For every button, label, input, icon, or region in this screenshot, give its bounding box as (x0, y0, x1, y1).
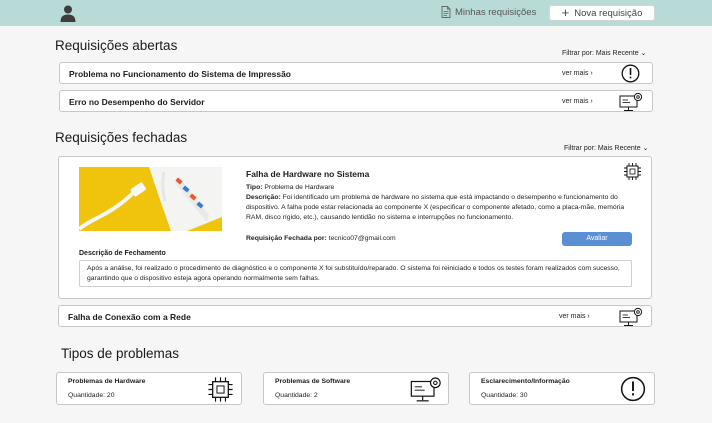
chip-icon (208, 377, 233, 402)
top-bar: Minhas requisições + Nova requisição (0, 0, 712, 26)
plus-icon: + (561, 5, 570, 20)
open-request-row[interactable]: Erro no Desempenho do Servidor ver mais … (59, 90, 653, 112)
closed-by: Requisição Fechada por: tecnico07@gmail.… (246, 234, 396, 244)
closed-request-expanded-card: Falha de Hardware no Sistema Tipo: Probl… (58, 156, 652, 299)
open-filter-label: Filtrar por: Mais Recente (562, 49, 639, 57)
monitor-gear-icon (410, 377, 441, 402)
closed-filter-label: Filtrar por: Mais Recente (564, 144, 641, 152)
problem-type-quantity: Quantidade: 30 (481, 392, 528, 399)
my-requests-link[interactable]: Minhas requisições (441, 6, 536, 18)
request-description: Descrição: Foi identificado um problema … (246, 193, 641, 223)
closing-description-label: Descrição de Fechamento (79, 250, 166, 257)
problem-type-name: Problemas de Software (275, 378, 351, 385)
problem-type-name: Esclarecimento/Informação (481, 378, 570, 385)
chevron-down-icon: ⌄ (640, 50, 647, 57)
exclamation-icon (621, 64, 640, 83)
request-type: Tipo: Problema de Hardware (246, 183, 334, 193)
request-type-label: Tipo: (246, 184, 263, 191)
request-description-value: Foi identificado um problema de hardware… (246, 194, 625, 221)
see-more-link[interactable]: ver mais › (562, 70, 593, 77)
monitor-gear-icon (619, 92, 643, 111)
closed-by-label: Requisição Fechada por: (246, 235, 327, 242)
request-title: Problema no Funcionamento do Sistema de … (69, 69, 291, 79)
document-icon (441, 6, 451, 18)
problem-type-quantity: Quantidade: 20 (68, 392, 115, 399)
open-requests-title: Requisições abertas (55, 38, 178, 53)
closed-filter-dropdown[interactable]: Filtrar por: Mais Recente ⌄ (564, 144, 649, 153)
open-request-row[interactable]: Problema no Funcionamento do Sistema de … (59, 62, 653, 84)
request-title: Erro no Desempenho do Servidor (69, 97, 205, 107)
problem-type-card-software[interactable]: Problemas de Software Quantidade: 2 (263, 372, 449, 405)
problem-type-quantity: Quantidade: 2 (275, 392, 318, 399)
chip-icon (624, 163, 641, 180)
user-avatar-icon[interactable] (59, 4, 77, 22)
closing-description-box: Após a análise, foi realizado o procedim… (79, 260, 632, 287)
problem-types-title: Tipos de problemas (61, 346, 180, 361)
open-filter-dropdown[interactable]: Filtrar por: Mais Recente ⌄ (562, 49, 647, 58)
exclamation-icon (620, 376, 646, 402)
network-cable-photo (79, 167, 222, 231)
problem-type-card-information[interactable]: Esclarecimento/Informação Quantidade: 30 (469, 372, 655, 405)
request-title: Falha de Conexão com a Rede (68, 312, 191, 322)
closed-by-value: tecnico07@gmail.com (328, 235, 396, 242)
chevron-down-icon: ⌄ (642, 145, 649, 152)
rate-button[interactable]: Avaliar (562, 232, 632, 246)
my-requests-label: Minhas requisições (455, 6, 537, 18)
request-type-value: Problema de Hardware (264, 184, 335, 191)
problem-type-card-hardware[interactable]: Problemas de Hardware Quantidade: 20 (56, 372, 242, 405)
see-more-link[interactable]: ver mais › (559, 313, 590, 320)
see-more-link[interactable]: ver mais › (562, 98, 593, 105)
monitor-gear-icon (619, 307, 643, 326)
closed-request-title: Falha de Hardware no Sistema (246, 169, 370, 179)
closed-request-row[interactable]: Falha de Conexão com a Rede ver mais › (58, 305, 652, 327)
closed-requests-title: Requisições fechadas (55, 130, 188, 145)
new-request-label: Nova requisição (574, 7, 643, 19)
new-request-button[interactable]: + Nova requisição (549, 5, 655, 21)
request-description-label: Descrição: (246, 194, 281, 201)
problem-type-name: Problemas de Hardware (68, 378, 146, 385)
